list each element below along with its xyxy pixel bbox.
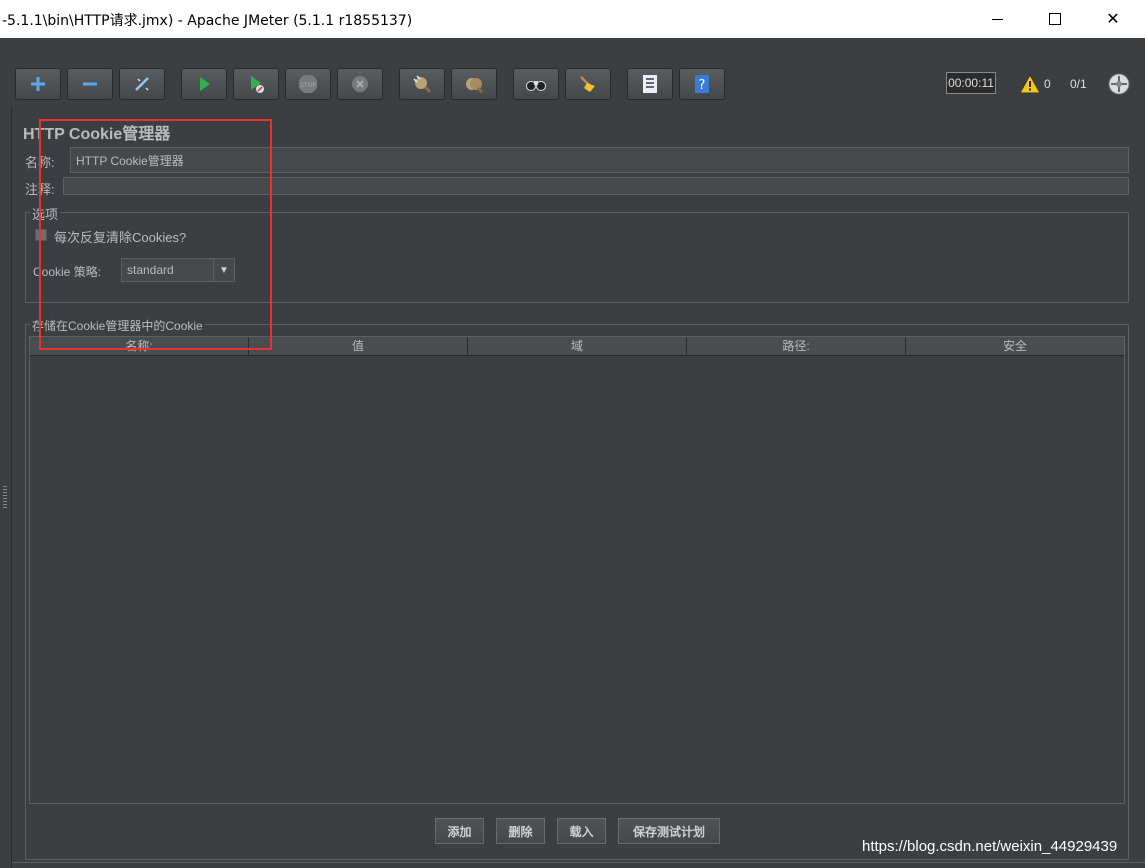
name-field-value: HTTP Cookie管理器 bbox=[76, 153, 184, 168]
window-titlebar: -5.1.1\bin\HTTP请求.jmx) - Apache JMeter (… bbox=[0, 0, 1145, 38]
column-header-domain[interactable]: 域 bbox=[468, 337, 687, 355]
clear-all-button[interactable] bbox=[451, 68, 497, 100]
delete-cookie-button[interactable]: 删除 bbox=[496, 818, 545, 844]
function-helper-button[interactable] bbox=[627, 68, 673, 100]
add-cookie-button[interactable]: 添加 bbox=[435, 818, 484, 844]
comment-label: 注释: bbox=[25, 182, 55, 197]
chevron-down-icon[interactable]: ▼ bbox=[213, 259, 234, 281]
add-button[interactable] bbox=[15, 68, 61, 100]
stop-button[interactable]: STOP bbox=[285, 68, 331, 100]
minus-icon bbox=[83, 82, 97, 86]
svg-text:STOP: STOP bbox=[300, 82, 316, 89]
minimize-icon bbox=[991, 18, 1003, 20]
clear-all-icon bbox=[466, 78, 484, 94]
maximize-icon bbox=[1049, 13, 1061, 25]
play-no-pause-icon bbox=[251, 76, 264, 93]
remove-button[interactable] bbox=[67, 68, 113, 100]
save-test-plan-button[interactable]: 保存测试计划 bbox=[618, 818, 720, 844]
maximize-button[interactable] bbox=[1032, 0, 1078, 38]
clear-each-iteration-label: 每次反复清除Cookies? bbox=[54, 230, 187, 245]
cookie-policy-value: standard bbox=[127, 263, 174, 277]
clear-icon bbox=[413, 75, 432, 94]
shutdown-icon bbox=[352, 76, 368, 92]
window-title: -5.1.1\bin\HTTP请求.jmx) - Apache JMeter (… bbox=[2, 13, 413, 29]
play-icon bbox=[200, 77, 210, 91]
toggle-button[interactable] bbox=[119, 68, 165, 100]
warning-icon[interactable] bbox=[1019, 74, 1041, 94]
start-no-pause-button[interactable] bbox=[233, 68, 279, 100]
tree-splitter[interactable] bbox=[0, 106, 12, 868]
plus-icon bbox=[31, 77, 45, 91]
broom-icon bbox=[580, 76, 595, 92]
close-button[interactable]: ✕ bbox=[1090, 0, 1136, 38]
help-icon: ? bbox=[695, 75, 709, 93]
name-label: 名称: bbox=[25, 155, 55, 170]
cookie-manager-panel: HTTP Cookie管理器 名称: HTTP Cookie管理器 注释: 选项… bbox=[12, 106, 1145, 868]
column-header-secure[interactable]: 安全 bbox=[906, 337, 1124, 355]
name-field[interactable]: HTTP Cookie管理器 bbox=[70, 147, 1129, 173]
load-cookies-button[interactable]: 载入 bbox=[557, 818, 606, 844]
page-title: HTTP Cookie管理器 bbox=[23, 126, 171, 143]
cookie-policy-label: Cookie 策略: bbox=[33, 265, 102, 279]
column-header-name[interactable]: 名称: bbox=[30, 337, 249, 355]
active-threads-ratio: 0/1 bbox=[1070, 77, 1087, 91]
help-button[interactable]: ? bbox=[679, 68, 725, 100]
clear-each-iteration-checkbox[interactable] bbox=[35, 229, 47, 241]
clear-button[interactable] bbox=[399, 68, 445, 100]
minimize-button[interactable] bbox=[974, 0, 1020, 38]
close-icon: ✕ bbox=[1106, 11, 1120, 28]
cookie-policy-select[interactable]: standard ▼ bbox=[121, 258, 235, 282]
splitter-grip[interactable] bbox=[3, 486, 7, 508]
list-icon bbox=[643, 75, 657, 93]
elapsed-timer: 00:00:11 bbox=[946, 72, 996, 94]
column-header-value[interactable]: 值 bbox=[249, 337, 468, 355]
stop-icon: STOP bbox=[299, 75, 317, 93]
stored-cookies-legend: 存储在Cookie管理器中的Cookie bbox=[30, 317, 205, 334]
comment-field[interactable] bbox=[63, 177, 1129, 195]
search-button[interactable] bbox=[513, 68, 559, 100]
watermark: https://blog.csdn.net/weixin_44929439 bbox=[862, 838, 1118, 855]
options-legend: 选项 bbox=[30, 204, 61, 223]
reset-search-button[interactable] bbox=[565, 68, 611, 100]
status-globe-icon bbox=[1108, 73, 1130, 95]
svg-text:?: ? bbox=[699, 78, 706, 93]
cookies-table[interactable]: 名称: 值 域 路径: 安全 bbox=[29, 336, 1125, 804]
menu-bar bbox=[0, 38, 1145, 63]
table-header: 名称: 值 域 路径: 安全 bbox=[30, 337, 1124, 356]
wand-icon bbox=[135, 77, 149, 91]
column-header-path[interactable]: 路径: bbox=[687, 337, 906, 355]
warning-count: 0 bbox=[1044, 77, 1051, 91]
start-button[interactable] bbox=[181, 68, 227, 100]
binoculars-icon bbox=[526, 81, 546, 91]
shutdown-button[interactable] bbox=[337, 68, 383, 100]
panel-bottom-border bbox=[12, 862, 1145, 863]
